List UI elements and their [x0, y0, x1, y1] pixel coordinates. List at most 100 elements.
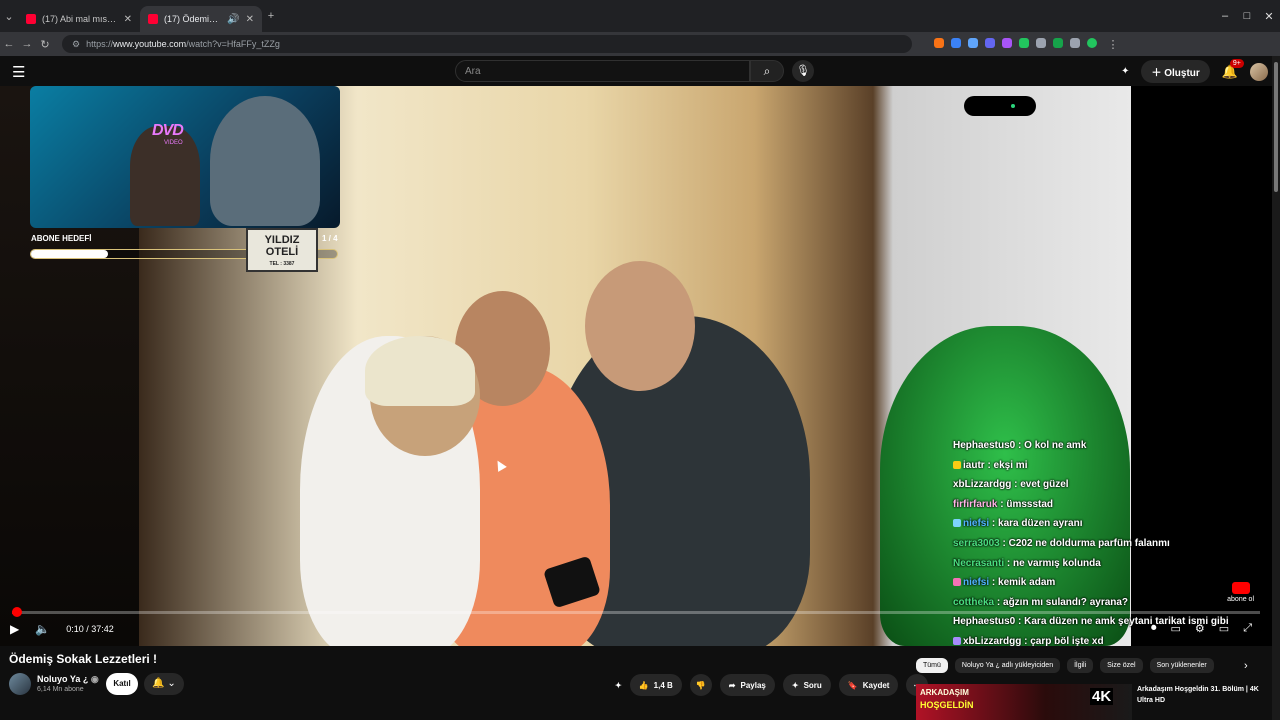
browser-toolbar: ← → ↻ ⚙ https://www.youtube.com/watch?v=…	[0, 32, 1280, 56]
chip-recently-uploaded[interactable]: Son yüklenenler	[1149, 658, 1214, 673]
player-controls-left: ▶ 🔈 0:10 / 37:42	[10, 622, 114, 636]
chat-text: : ne varmış kolunda	[1006, 557, 1101, 569]
chat-text: : C202 ne doldurma parfüm falanmı	[1002, 537, 1170, 549]
close-tab-icon[interactable]: ✕	[246, 14, 254, 25]
avatar[interactable]	[1250, 62, 1268, 81]
maximize-button[interactable]: □	[1236, 10, 1258, 22]
scrollbar-thumb[interactable]	[1274, 62, 1278, 192]
extension-icon[interactable]	[934, 37, 944, 48]
chip-from-uploader[interactable]: Noluyo Ya ¿ adlı yükleyiciden	[954, 658, 1061, 673]
puzzle-icon[interactable]	[1070, 37, 1080, 48]
chat-username[interactable]: xbLizzardgg	[963, 636, 1021, 646]
channel-avatar[interactable]	[9, 673, 31, 695]
like-button[interactable]: 👍 1,4 B	[629, 674, 682, 696]
chat-text: : kemik adam	[991, 577, 1056, 589]
hamburger-menu-icon[interactable]: ☰	[12, 63, 25, 81]
chat-username[interactable]: serra3003	[953, 538, 1000, 549]
address-bar[interactable]: ⚙ https://www.youtube.com/watch?v=HfaFFy…	[62, 35, 912, 53]
volume-button[interactable]: 🔈	[35, 622, 50, 636]
scrubber-handle[interactable]	[12, 607, 22, 617]
play-button[interactable]: ▶	[10, 622, 19, 636]
extension-icon[interactable]: ✦	[615, 681, 622, 690]
share-button[interactable]: ➦ Paylaş	[719, 674, 775, 696]
chat-username[interactable]: niefsi	[963, 518, 989, 529]
speaker-icon[interactable]: 🔊	[227, 14, 239, 25]
chat-message: Necrasanti : ne varmış kolunda	[953, 554, 1253, 574]
forward-arrow-icon[interactable]: →	[18, 38, 36, 50]
close-window-button[interactable]: ✕	[1258, 10, 1280, 23]
extension-icon[interactable]	[1036, 37, 1046, 48]
dislike-button[interactable]: 👎	[689, 674, 712, 696]
voice-search-button[interactable]: 🎙	[792, 60, 814, 82]
chip-for-you[interactable]: Size özel	[1100, 658, 1143, 673]
profile-icon[interactable]	[1087, 37, 1097, 48]
extension-icon[interactable]	[985, 37, 995, 48]
thumbnail-text: HOŞGELDİN	[920, 700, 974, 710]
chat-message: iautr : ekşi mi	[953, 456, 1253, 476]
reload-icon[interactable]: ↻	[36, 38, 54, 51]
notifications-button[interactable]: 🔔 9+	[1222, 58, 1244, 80]
extension-icon[interactable]	[951, 37, 961, 48]
menu-dots-icon[interactable]: ⋮	[1104, 38, 1122, 51]
chat-message: xbLizzardgg : evet güzel	[953, 475, 1253, 495]
chat-username[interactable]: xbLizzardgg	[953, 479, 1011, 490]
chat-username[interactable]: cottheka	[953, 597, 994, 608]
fullscreen-icon[interactable]: ⤢	[1243, 622, 1252, 635]
new-tab-button[interactable]: +	[262, 10, 280, 22]
chip-related[interactable]: İlgili	[1067, 658, 1094, 673]
extension-icon[interactable]	[1002, 37, 1012, 48]
subtitles-icon[interactable]: ▭	[1171, 622, 1181, 635]
recommended-thumbnail[interactable]: ARKADAŞIM HOŞGELDİN 4K	[916, 684, 1132, 720]
search-button[interactable]: ⌕	[750, 60, 784, 82]
recommended-title[interactable]: Arkadaşım Hoşgeldin 31. Bölüm | 4K Ultra…	[1137, 684, 1267, 706]
like-count: 1,4 B	[653, 680, 673, 690]
tab-search-icon[interactable]: ⌄	[0, 10, 18, 23]
chat-username[interactable]: Necrasanti	[953, 558, 1004, 569]
extension-icon[interactable]	[968, 37, 978, 48]
back-arrow-icon[interactable]: ←	[0, 38, 18, 50]
create-button[interactable]: ＋ Oluştur	[1141, 60, 1210, 83]
chevron-right-icon[interactable]: ›	[1244, 660, 1248, 672]
player-controls-right: ⏺ ▭ ⚙ ▭ ⤢	[1151, 622, 1252, 635]
subscribe-watermark[interactable]: abone ol	[1227, 582, 1254, 603]
chevron-down-icon: ⌄	[167, 678, 176, 689]
chat-username[interactable]: Hephaestus0	[953, 440, 1015, 451]
chat-text: : çarp böl işte xd	[1024, 635, 1104, 646]
close-tab-icon[interactable]: ✕	[124, 14, 132, 25]
theater-mode-icon[interactable]: ▭	[1219, 622, 1229, 635]
progress-bar[interactable]	[12, 607, 1260, 617]
sign-text: OTELİ	[265, 246, 299, 258]
subscription-bell-button[interactable]: 🔔 ⌄	[144, 673, 184, 695]
extension-icon[interactable]: ✦	[1121, 66, 1129, 77]
save-button[interactable]: 🔖 Kaydet	[838, 674, 899, 696]
subscriber-goal-count: 1 / 4	[322, 234, 338, 243]
chat-message: niefsi : kara düzen ayranı	[953, 514, 1253, 534]
sign-text: YILDIZ	[264, 234, 300, 246]
page-scrollbar[interactable]	[1272, 56, 1280, 720]
dvd-logo-sub: VIDEO	[164, 140, 183, 146]
verified-icon: ◉	[90, 674, 99, 684]
chat-message: cottheka : ağzın mı sulandı? ayrana?	[953, 593, 1253, 613]
extension-icon[interactable]	[1053, 37, 1063, 48]
chat-username[interactable]: iautr	[963, 460, 985, 471]
chat-text: : kara düzen ayranı	[991, 518, 1083, 530]
chat-username[interactable]: niefsi	[963, 577, 989, 588]
chat-username[interactable]: Hephaestus0	[953, 616, 1015, 627]
join-button[interactable]: Katıl	[106, 673, 138, 695]
channel-name[interactable]: Noluyo Ya ¿ ◉	[37, 674, 99, 685]
search-input[interactable]: Ara	[455, 60, 750, 82]
browser-tab-2[interactable]: (17) Ödemiş Sokak Lezzetleri 🔊 ✕	[140, 6, 262, 32]
chat-username[interactable]: firfirfaruk	[953, 499, 997, 510]
site-info-icon[interactable]: ⚙	[72, 39, 80, 50]
sparkle-icon: ✦	[791, 680, 799, 690]
autoplay-toggle[interactable]: ⏺	[1151, 622, 1157, 635]
settings-gear-icon[interactable]: ⚙	[1195, 622, 1205, 635]
time-display: 0:10 / 37:42	[66, 624, 114, 634]
chip-all[interactable]: Tümü	[916, 658, 948, 673]
video-player[interactable]: DVD VIDEO ABONE HEDEFİ 1 / 4 YILDIZ OTEL…	[0, 86, 1272, 646]
ask-button[interactable]: ✦ Soru	[782, 674, 831, 696]
browser-tab-1[interactable]: (17) Abi mal mısın bugün cuma ✕	[18, 6, 140, 32]
extension-icon[interactable]	[1019, 37, 1029, 48]
thumbs-up-icon: 👍	[638, 680, 649, 690]
minimize-button[interactable]: –	[1214, 10, 1236, 22]
